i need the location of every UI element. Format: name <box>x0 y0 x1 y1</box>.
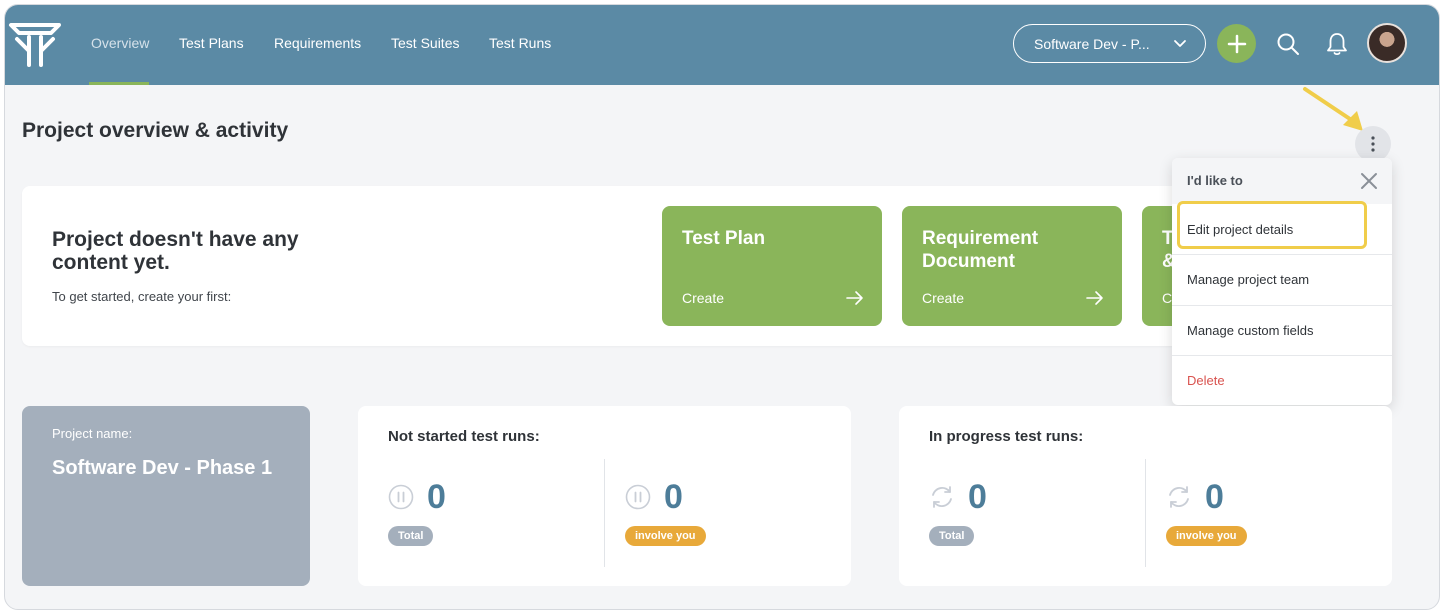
create-requirement-document-tile[interactable]: Requirement Document Create <box>902 206 1122 326</box>
pointer-arrow-icon <box>1303 87 1363 131</box>
pause-circle-icon <box>388 484 414 510</box>
tile-action: C <box>1162 290 1173 306</box>
pause-circle-icon <box>625 484 651 510</box>
arrow-right-icon <box>1086 291 1103 305</box>
card-title: In progress test runs: <box>929 428 1084 445</box>
nav-overview[interactable]: Overview <box>91 35 149 51</box>
page-title: Project overview & activity <box>22 119 289 142</box>
menu-item-label: Manage project team <box>1187 272 1310 287</box>
arrow-right-icon <box>846 291 863 305</box>
user-avatar[interactable] <box>1367 23 1407 63</box>
tile-title: Test Plan <box>682 228 766 249</box>
empty-state-subtitle: To get started, create your first: <box>52 289 232 304</box>
empty-state-title: Project doesn't have any content yet. <box>52 228 299 274</box>
project-name-card: Project name: Software Dev - Phase 1 <box>22 406 310 586</box>
project-selector[interactable]: Software Dev - P... <box>1013 24 1206 63</box>
project-selector-label: Software Dev - P... <box>1034 35 1150 52</box>
nav-test-suites[interactable]: Test Suites <box>391 35 459 51</box>
add-button[interactable] <box>1217 24 1256 63</box>
create-test-plan-tile[interactable]: Test Plan Create <box>662 206 882 326</box>
project-options-menu: I'd like to Edit project details Manage … <box>1172 158 1392 405</box>
close-icon[interactable] <box>1360 172 1378 190</box>
empty-content-card: Project doesn't have any content yet. To… <box>22 186 1182 346</box>
total-badge: Total <box>929 526 975 546</box>
menu-item-manage-custom-fields[interactable]: Manage custom fields <box>1172 305 1392 355</box>
more-options-button[interactable] <box>1355 126 1391 162</box>
stat-value: 0 <box>664 478 683 516</box>
top-navigation-bar: Overview Test Plans Requirements Test Su… <box>5 5 1439 85</box>
not-started-runs-card: Not started test runs: 0 Total 0 involve… <box>358 406 851 586</box>
app-logo-icon[interactable] <box>7 19 63 67</box>
menu-heading: I'd like to <box>1187 173 1243 188</box>
stat-value: 0 <box>1205 478 1224 516</box>
stat-value: 0 <box>968 478 987 516</box>
kebab-menu-icon <box>1371 136 1375 152</box>
tile-title: Requirement Document <box>922 228 1039 272</box>
menu-item-delete[interactable]: Delete <box>1172 355 1392 405</box>
chevron-down-icon <box>1174 40 1186 47</box>
project-name-value: Software Dev - Phase 1 <box>52 457 273 479</box>
divider <box>1145 459 1146 567</box>
menu-item-label: Delete <box>1187 373 1225 388</box>
nav-active-indicator <box>89 82 149 85</box>
nav-test-runs[interactable]: Test Runs <box>489 35 551 51</box>
card-title: Not started test runs: <box>388 428 540 445</box>
total-badge: Total <box>388 526 434 546</box>
menu-header: I'd like to <box>1172 158 1392 204</box>
plus-icon <box>1227 34 1246 53</box>
refresh-icon <box>932 486 952 508</box>
tile-action: Create <box>922 290 965 306</box>
involve-you-badge: involve you <box>1166 526 1247 546</box>
project-name-label: Project name: <box>52 426 133 441</box>
menu-item-label: Manage custom fields <box>1187 323 1314 338</box>
in-progress-runs-card: In progress test runs: 0 Total 0 involve… <box>899 406 1392 586</box>
app-window: Overview Test Plans Requirements Test Su… <box>4 4 1440 610</box>
nav-test-plans[interactable]: Test Plans <box>179 35 244 51</box>
search-icon[interactable] <box>1275 31 1301 57</box>
highlight-outline <box>1177 201 1367 249</box>
involve-you-badge: involve you <box>625 526 706 546</box>
tile-action: Create <box>682 290 725 306</box>
divider <box>604 459 605 567</box>
stat-value: 0 <box>427 478 446 516</box>
nav-requirements[interactable]: Requirements <box>274 35 361 51</box>
refresh-icon <box>1169 486 1189 508</box>
bell-icon[interactable] <box>1324 31 1350 57</box>
menu-item-manage-project-team[interactable]: Manage project team <box>1172 254 1392 304</box>
